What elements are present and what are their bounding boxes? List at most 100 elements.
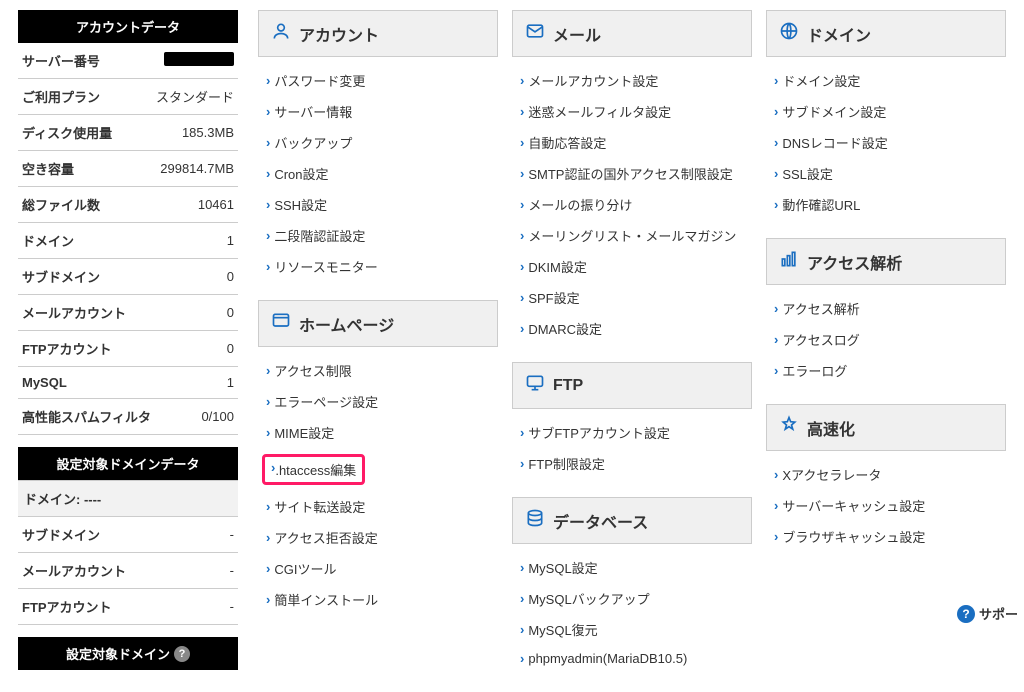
panel-item[interactable]: › DNSレコード設定 [770, 127, 1002, 158]
panel-title: FTP [553, 377, 583, 395]
panel-item[interactable]: ›アクセス制限 [262, 355, 494, 386]
panel-item[interactable]: › CGIツール [262, 553, 494, 584]
row-label: サブドメイン [22, 267, 100, 286]
panel-item[interactable]: ›バックアップ [262, 127, 494, 158]
panel-item-label: Xアクセラレータ [782, 465, 881, 484]
panel-item[interactable]: ›MySQLバックアップ [516, 583, 748, 614]
panel-item[interactable]: ›SPF設定 [516, 282, 748, 313]
panel-header-speed: 高速化 [766, 404, 1006, 451]
panel-item-label: パスワード変更 [274, 71, 365, 90]
chevron-right-icon: › [266, 228, 270, 243]
panel-item-label: DNSレコード設定 [782, 133, 887, 152]
chevron-right-icon: › [266, 592, 270, 607]
panel-item[interactable]: ›サブFTPアカウント設定 [516, 417, 748, 448]
panel-item[interactable]: ›簡単インストール [262, 584, 494, 615]
chevron-right-icon: › [520, 560, 524, 575]
panel-item-label: 迷惑メールフィルタ設定 [528, 102, 671, 121]
account-data-row: サーバー番号 [18, 43, 238, 79]
panel-list: ›MySQL設定›MySQLバックアップ›MySQL復元›phpmyadmin(… [512, 544, 752, 676]
panel-item-label: サブFTPアカウント設定 [528, 423, 670, 442]
panel-item[interactable]: ›アクセス拒否設定 [262, 522, 494, 553]
domain-data-row: メールアカウント- [18, 553, 238, 589]
panel-item[interactable]: ›SSH設定 [262, 189, 494, 220]
panel-title: ホームページ [299, 312, 394, 336]
panel-item-label: アクセス拒否設定 [274, 528, 377, 547]
account-data-row: 高性能スパムフィルタ0/100 [18, 399, 238, 435]
panel-item-label: MySQLバックアップ [528, 589, 649, 608]
panel-item[interactable]: ›メールの振り分け [516, 189, 748, 220]
mail-icon [525, 21, 545, 46]
panel-item[interactable]: ›パスワード変更 [262, 65, 494, 96]
panel-item[interactable]: ›Cron設定 [262, 158, 494, 189]
chevron-right-icon: › [774, 332, 778, 347]
panel-item[interactable]: › SMTP認証の国外アクセス制限設定 [516, 158, 748, 189]
panel-item[interactable]: ›SSL設定 [770, 158, 1002, 189]
support-float[interactable]: ? サポー [957, 604, 1018, 623]
panel-item-label: .htaccess編集 [275, 460, 356, 479]
panel-item-label: エラーページ設定 [274, 392, 378, 411]
panel-title: アカウント [299, 22, 379, 46]
panel-item[interactable]: ›迷惑メールフィルタ設定 [516, 96, 748, 127]
panel-item[interactable]: ›サーバー情報 [262, 96, 494, 127]
panel-title: メール [553, 22, 601, 46]
domain-data-header: 設定対象ドメインデータ [18, 447, 238, 480]
panel-item[interactable]: ›FTP制限設定 [516, 448, 748, 479]
panel-item-label: SSH設定 [274, 195, 327, 214]
panel-item[interactable]: ›動作確認URL [770, 189, 1002, 220]
panel-item-label: CGIツール [274, 559, 336, 578]
panel-speed: 高速化 ›Xアクセラレータ›サーバーキャッシュ設定›ブラウザキャッシュ設定 [766, 404, 1006, 556]
row-value: 0 [227, 341, 234, 356]
panel-item[interactable]: ›ドメイン設定 [770, 65, 1002, 96]
panel-item-label: 二段階認証設定 [274, 226, 365, 245]
panel-item[interactable]: ›エラーページ設定 [262, 386, 494, 417]
chevron-right-icon: › [520, 166, 524, 181]
chevron-right-icon: › [520, 456, 524, 471]
panel-item[interactable]: ›サブドメイン設定 [770, 96, 1002, 127]
chevron-right-icon: › [774, 135, 778, 150]
redacted-value [164, 52, 234, 66]
panel-item[interactable]: ›phpmyadmin(MariaDB10.5) [516, 645, 748, 672]
panel-item[interactable]: ›エラーログ [770, 355, 1002, 386]
panel-item[interactable]: ›ブラウザキャッシュ設定 [770, 521, 1002, 552]
account-data-row: ドメイン1 [18, 223, 238, 259]
panel-item[interactable]: ›サイト転送設定 [262, 491, 494, 522]
panel-item[interactable]: ›メーリングリスト・メールマガジン [516, 220, 748, 251]
panel-item[interactable]: ›.htaccess編集 [262, 448, 494, 491]
panel-item[interactable]: ›アクセスログ [770, 324, 1002, 355]
panel-item[interactable]: ›DMARC設定 [516, 313, 748, 344]
panel-item[interactable]: ›メールアカウント設定 [516, 65, 748, 96]
chevron-right-icon: › [266, 561, 270, 576]
panel-item[interactable]: ›アクセス解析 [770, 293, 1002, 324]
panel-item-label: SMTP認証の国外アクセス制限設定 [528, 164, 732, 183]
panel-item[interactable]: ›Xアクセラレータ [770, 459, 1002, 490]
panel-list: ›アクセス解析›アクセスログ›エラーログ [766, 285, 1006, 390]
panel-item-label: 動作確認URL [782, 195, 860, 214]
panel-item-label: サーバーキャッシュ設定 [782, 496, 925, 515]
panel-item[interactable]: ›自動応答設定 [516, 127, 748, 158]
row-label: MySQL [22, 375, 67, 390]
panel-database: データベース›MySQL設定›MySQLバックアップ›MySQL復元›phpmy… [512, 497, 752, 676]
panel-header-mail: メール [512, 10, 752, 57]
panel-item-label: アクセス制限 [274, 361, 351, 380]
help-icon[interactable]: ? [174, 646, 190, 662]
ftp-icon [525, 373, 545, 398]
row-label: ディスク使用量 [22, 123, 112, 142]
panel-item[interactable]: ›リソースモニター [262, 251, 494, 282]
row-value: 1 [227, 233, 234, 248]
row-label: 空き容量 [22, 159, 74, 178]
panel-item[interactable]: ›MySQL設定 [516, 552, 748, 583]
panel-item[interactable]: ›DKIM設定 [516, 251, 748, 282]
account-data-row: 空き容量299814.7MB [18, 151, 238, 187]
panel-item[interactable]: › 二段階認証設定 [262, 220, 494, 251]
column-1: アカウント›パスワード変更›サーバー情報›バックアップ›Cron設定›SSH設定… [258, 10, 498, 676]
panel-item-label: バックアップ [274, 133, 352, 152]
support-label: サポー [979, 604, 1018, 623]
chevron-right-icon: › [266, 425, 270, 440]
panel-item[interactable]: ›MIME設定 [262, 417, 494, 448]
account-data-row: サブドメイン0 [18, 259, 238, 295]
panel-header-access: アクセス解析 [766, 238, 1006, 285]
panel-item[interactable]: ›サーバーキャッシュ設定 [770, 490, 1002, 521]
highlighted-item[interactable]: ›.htaccess編集 [262, 454, 365, 485]
column-3: ドメイン›ドメイン設定›サブドメイン設定›DNSレコード設定›SSL設定›動作確… [766, 10, 1006, 676]
panel-item[interactable]: ›MySQL復元 [516, 614, 748, 645]
